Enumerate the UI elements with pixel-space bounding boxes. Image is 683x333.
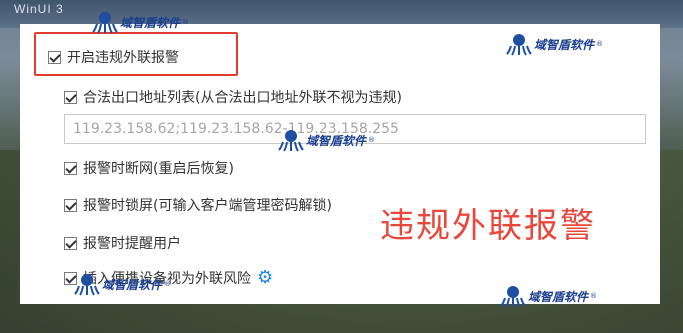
watermark: 域智盾软件 ®	[278, 128, 375, 152]
legal-exit-checkbox[interactable]	[64, 90, 77, 104]
legal-exit-option[interactable]: 合法出口地址列表(从合法出口地址外联不视为违规)	[64, 87, 402, 107]
legal-exit-label: 合法出口地址列表(从合法出口地址外联不视为违规)	[83, 90, 402, 106]
octopus-logo-icon	[92, 12, 118, 34]
disconnect-option[interactable]: 报警时断网(重启后恢复)	[64, 158, 234, 178]
main-alarm-checkbox[interactable]	[48, 50, 61, 64]
lock-screen-checkbox[interactable]	[64, 198, 77, 212]
watermark: 域智盾软件 ®	[74, 272, 171, 296]
lock-screen-label: 报警时锁屏(可输入客户端管理密码解锁)	[83, 198, 332, 214]
notify-user-checkbox[interactable]	[64, 236, 77, 250]
notify-user-label: 报警时提醒用户	[83, 236, 181, 252]
feature-annotation: 违规外联报警	[380, 206, 596, 246]
notify-user-option[interactable]: 报警时提醒用户	[64, 233, 181, 253]
watermark: 域智盾软件 ®	[506, 32, 603, 56]
disconnect-checkbox[interactable]	[64, 161, 77, 175]
watermark: 域智盾软件 ®	[92, 10, 189, 34]
octopus-logo-icon	[506, 34, 532, 56]
octopus-logo-icon	[74, 274, 100, 296]
main-alarm-option[interactable]: 开启违规外联报警	[48, 47, 179, 67]
gear-icon[interactable]: ⚙	[257, 269, 273, 287]
octopus-logo-icon	[278, 130, 304, 152]
lock-screen-option[interactable]: 报警时锁屏(可输入客户端管理密码解锁)	[64, 195, 332, 215]
watermark: 域智盾软件 ®	[500, 284, 597, 308]
octopus-logo-icon	[500, 286, 526, 308]
background-text: WinUI 3	[14, 2, 64, 16]
main-alarm-label: 开启违规外联报警	[67, 50, 179, 66]
disconnect-label: 报警时断网(重启后恢复)	[83, 161, 234, 177]
